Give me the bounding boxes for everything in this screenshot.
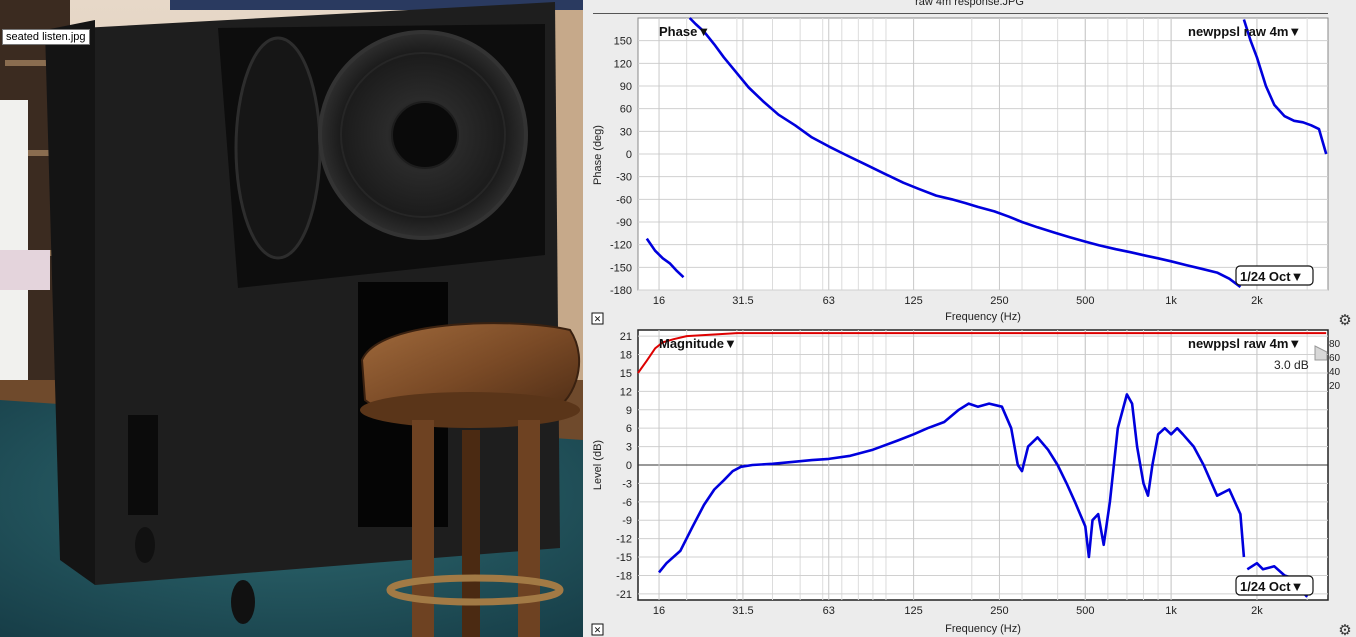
phase-y-tick-label: 0 — [626, 149, 632, 161]
stool-apron — [360, 392, 580, 428]
phase-x-tick-label: 16 — [653, 295, 665, 307]
gear-icon[interactable]: ⚙ — [1338, 622, 1351, 637]
magnitude-y-tick-label: 18 — [620, 350, 632, 362]
magnitude-x-axis-label: Frequency (Hz) — [945, 623, 1021, 635]
magnitude-y-ticks: 21 18 15 12 9 6 3 0 -3 -6 -9 -12 -15 -18 -21 — [616, 331, 632, 601]
right-axis-tick-label: 20 — [1329, 381, 1341, 392]
photo-filename: seated listen.jpg — [2, 29, 90, 45]
phase-x-tick-label: 31.5 — [732, 295, 753, 307]
magnitude-x-tick-label: 16 — [653, 605, 665, 617]
dust-cap — [391, 101, 459, 169]
phase-x-tick-label: 125 — [904, 295, 922, 307]
right-axis-ticks: 80 60 40 20 — [1329, 339, 1341, 392]
phase-x-tick-label: 1k — [1165, 295, 1177, 307]
magnitude-y-tick-label: -6 — [622, 497, 632, 509]
phase-x-tick-label: 250 — [990, 295, 1008, 307]
phase-y-tick-label: 90 — [620, 81, 632, 93]
stool-leg — [518, 420, 540, 637]
rew-graph-window: raw 4m response.JPG 150 120 90 60 30 0 -30 -60-… — [583, 0, 1356, 637]
magnitude-x-tick-label: 63 — [823, 605, 835, 617]
window-title: raw 4m response.JPG — [915, 0, 1024, 8]
phase-y-tick-label: -30 — [616, 172, 632, 184]
caster-right — [231, 580, 255, 624]
magnitude-y-axis-label: Level (dB) — [592, 440, 604, 490]
phase-y-tick-label: -60 — [616, 194, 632, 206]
phase-x-axis-label: Frequency (Hz) — [945, 311, 1021, 323]
magnitude-y-tick-label: 15 — [620, 368, 632, 380]
magnitude-y-tick-label: 21 — [620, 331, 632, 343]
phase-y-tick-label: -180 — [610, 285, 632, 297]
magnitude-x-tick-label: 1k — [1165, 605, 1177, 617]
stool-leg — [462, 430, 480, 637]
magnitude-y-tick-label: 12 — [620, 386, 632, 398]
stool-leg — [412, 420, 434, 637]
magnitude-x-tick-label: 31.5 — [732, 605, 753, 617]
phase-x-tick-label: 500 — [1076, 295, 1094, 307]
magnitude-x-tick-label: 125 — [904, 605, 922, 617]
handle-cutout — [128, 415, 158, 515]
magnitude-dropdown[interactable]: Magnitude▼ — [659, 336, 737, 351]
graph-canvas: 1501209060300-30-60-90-120-150-180 16 31.… — [583, 13, 1356, 637]
magnitude-x-ticks: 16 31.5 63 125 250 500 1k 2k — [653, 605, 1263, 617]
magnitude-x-tick-label: 500 — [1076, 605, 1094, 617]
phase-y-axis-label: Phase (deg) — [592, 125, 604, 185]
magnitude-y-tick-label: -18 — [616, 570, 632, 582]
magnitude-panel: 211815129630-3-6-9-12-15-18-21 16 31.5 63 1… — [591, 329, 1352, 637]
close-icon: ✕ — [594, 625, 602, 635]
right-axis-tick-label: 40 — [1329, 367, 1341, 378]
magnitude-y-tick-label: -9 — [622, 515, 632, 527]
magnitude-y-tick-label: -12 — [616, 534, 632, 546]
phase-x-tick-label: 63 — [823, 295, 835, 307]
phase-y-tick-label: -150 — [610, 262, 632, 274]
gear-icon[interactable]: ⚙ — [1338, 312, 1351, 329]
woofer-left — [234, 36, 322, 260]
phase-y-tick-label: 150 — [614, 36, 632, 48]
speaker-photo-pane: seated listen.jpg — [0, 0, 583, 637]
pink-cushion — [0, 250, 50, 290]
magnitude-x-tick-label: 2k — [1251, 605, 1263, 617]
magnitude-x-tick-label: 250 — [990, 605, 1008, 617]
magnitude-y-tick-label: 6 — [626, 423, 632, 435]
phase-y-tick-label: -90 — [616, 217, 632, 229]
magnitude-measurement-selector[interactable]: newppsl raw 4m▼ — [1188, 336, 1301, 351]
magnitude-y-tick-label: -3 — [622, 478, 632, 490]
magnitude-y-tick-label: 9 — [626, 405, 632, 417]
phase-y-tick-label: -120 — [610, 240, 632, 252]
magnitude-smoothing-label: 1/24 Oct▼ — [1240, 579, 1303, 594]
phase-x-tick-label: 2k — [1251, 295, 1263, 307]
magnitude-y-tick-label: 3 — [626, 442, 632, 454]
magnitude-y-tick-label: -15 — [616, 552, 632, 564]
caster-left — [135, 527, 155, 563]
phase-y-tick-label: 60 — [620, 104, 632, 116]
phase-y-tick-label: 30 — [620, 126, 632, 138]
phase-smoothing-label: 1/24 Oct▼ — [1240, 269, 1303, 284]
scale-label: 3.0 dB — [1274, 358, 1309, 372]
phase-y-tick-label: 120 — [614, 58, 632, 70]
phase-panel: 150 120 90 60 30 0 -30 -60 -90 -120 -150 -180 16 31.… — [583, 14, 1356, 329]
close-icon: ✕ — [594, 314, 602, 324]
magnitude-y-tick-label: -21 — [616, 589, 632, 601]
phase-dropdown[interactable]: Phase▼ — [659, 24, 710, 39]
right-axis-tick-label: 80 — [1329, 339, 1341, 350]
magnitude-y-tick-label: 0 — [626, 460, 632, 472]
right-axis-tick-label: 60 — [1329, 353, 1341, 364]
phase-measurement-selector[interactable]: newppsl raw 4m▼ — [1188, 24, 1301, 39]
speaker-photo — [0, 0, 583, 637]
